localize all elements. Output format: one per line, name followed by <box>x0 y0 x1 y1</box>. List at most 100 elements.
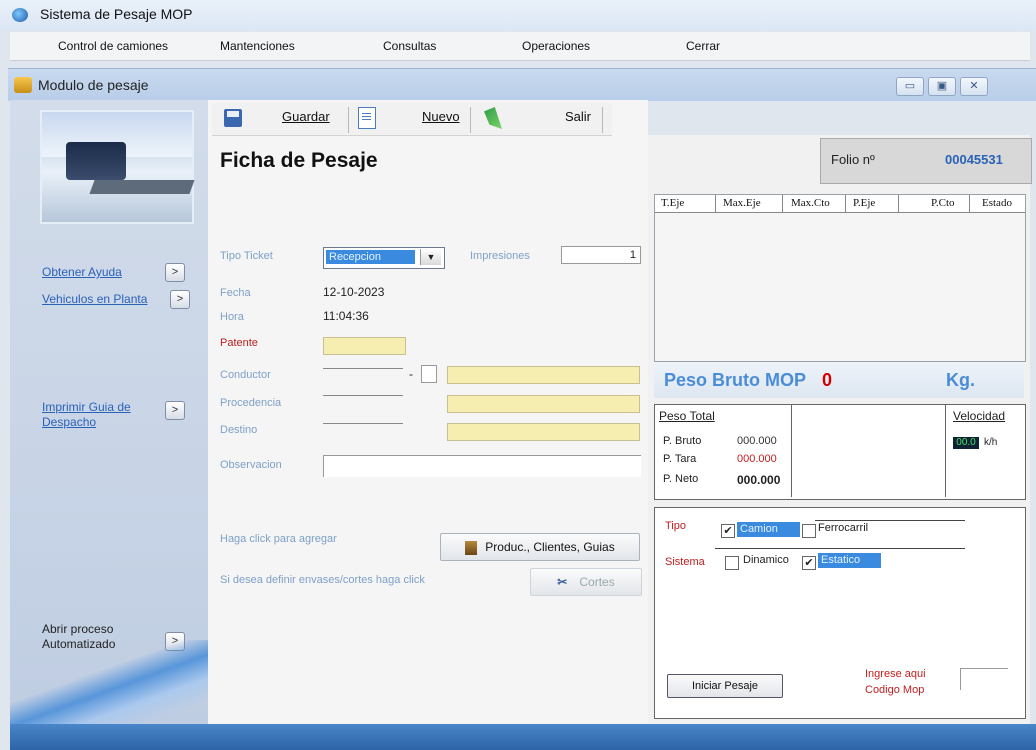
close-button[interactable]: ✕ <box>960 77 988 96</box>
guardar-button[interactable]: Guardar <box>282 109 330 131</box>
iniciar-pesaje-button[interactable]: Iniciar Pesaje <box>667 674 783 698</box>
estatico-label[interactable]: Estatico <box>818 553 881 568</box>
conductor-name-field[interactable] <box>447 366 640 384</box>
fecha-label: Fecha <box>220 287 251 299</box>
agregar-hint: Haga click para agregar <box>220 533 337 545</box>
tipo-underline <box>815 520 965 521</box>
sidebar-link-vehiculos[interactable]: Vehiculos en Planta <box>42 292 147 306</box>
menu-cerrar[interactable]: Cerrar <box>686 39 720 53</box>
nuevo-label: Nuevo <box>422 109 460 124</box>
camion-label[interactable]: Camion <box>737 522 800 537</box>
chevron-down-icon[interactable]: ▼ <box>420 249 441 265</box>
app-globe-icon <box>12 8 28 22</box>
estatico-checkbox[interactable]: ✔ <box>802 556 816 570</box>
guardar-label: Guardar <box>282 109 330 124</box>
velocidad-unit: k/h <box>984 437 998 448</box>
peso-bruto-label: Peso Bruto MOP <box>664 370 807 390</box>
salir-button[interactable]: Salir <box>565 109 591 131</box>
exit-icon[interactable] <box>484 107 502 129</box>
page-title: Ficha de Pesaje <box>220 149 378 172</box>
app-title: Sistema de Pesaje MOP <box>40 6 193 22</box>
truck-photo <box>40 110 195 224</box>
sidebar-link-imprimir[interactable]: Imprimir Guia de Despacho <box>42 400 152 430</box>
new-document-icon[interactable] <box>358 107 376 129</box>
menu-control-camiones[interactable]: Control de camiones <box>58 39 168 53</box>
conductor-rut-field[interactable] <box>323 368 403 386</box>
grid-col-divider <box>898 195 899 212</box>
menu-mantenciones[interactable]: Mantenciones <box>220 39 295 53</box>
velocidad-label: Velocidad <box>953 409 1006 423</box>
velocidad-value: 00.0 <box>953 437 979 449</box>
sistema-underline <box>715 548 965 549</box>
dinamico-checkbox[interactable] <box>725 556 739 570</box>
dinamico-label[interactable]: Dinamico <box>743 554 789 566</box>
peso-bruto-value: 0 <box>822 370 833 390</box>
grid-col-maxeje: Max.Eje <box>723 197 761 209</box>
tipo-sistema-box: Tipo ✔ Camion Ferrocarril Sistema Dinami… <box>654 507 1026 719</box>
peso-total-box: Peso Total P. Bruto 000.000 P. Tara 000.… <box>654 404 1026 500</box>
destino-label: Destino <box>220 424 258 436</box>
fecha-value: 12-10-2023 <box>323 285 385 299</box>
cortes-button-label: Cortes <box>579 575 615 589</box>
grid-col-divider <box>969 195 970 212</box>
photo-truck <box>66 142 126 180</box>
codigo-mop-field[interactable] <box>960 668 1008 690</box>
folio-label: Folio nº <box>831 152 875 167</box>
toolbar-separator <box>348 107 349 133</box>
patente-field[interactable] <box>323 337 406 355</box>
p-tara-value: 000.000 <box>737 453 777 465</box>
observacion-label: Observacion <box>220 459 282 471</box>
produc-clientes-guias-button[interactable]: Produc., Clientes, Guias <box>440 533 640 561</box>
rut-dash: - <box>409 367 413 381</box>
conductor-dv-field[interactable] <box>421 365 437 383</box>
ferrocarril-checkbox[interactable] <box>802 524 816 538</box>
save-icon[interactable] <box>224 109 242 127</box>
p-bruto-value: 000.000 <box>737 435 777 447</box>
nuevo-button[interactable]: Nuevo <box>422 109 460 131</box>
destino-name-field[interactable] <box>447 423 640 441</box>
cortes-button[interactable]: ✂ Cortes <box>530 568 642 596</box>
vehiculos-arrow-button[interactable]: > <box>170 290 190 309</box>
peso-divider <box>791 405 792 497</box>
ayuda-arrow-button[interactable]: > <box>165 263 185 282</box>
ferrocarril-label[interactable]: Ferrocarril <box>818 522 868 534</box>
grid-col-divider <box>782 195 783 212</box>
procedencia-name-field[interactable] <box>447 395 640 413</box>
codigo-hint-2: Codigo Mop <box>865 684 925 696</box>
procedencia-label: Procedencia <box>220 397 282 409</box>
tipo-ticket-value: Recepcion <box>326 250 415 264</box>
camion-checkbox[interactable]: ✔ <box>721 524 735 538</box>
grid-header: T.Eje Max.Eje Max.Cto P.Eje P.Cto Estado <box>655 195 1025 213</box>
patente-label: Patente <box>220 337 258 349</box>
bottom-decoration-bar <box>10 724 1036 750</box>
envases-hint: Si desea definir envases/cortes haga cli… <box>220 574 425 586</box>
package-icon <box>465 540 478 555</box>
maximize-button[interactable]: ▣ <box>928 77 956 96</box>
tipo-ticket-select[interactable]: Recepcion ▼ <box>323 247 445 269</box>
toolbar-separator <box>470 107 471 133</box>
sidebar-link-ayuda[interactable]: Obtener Ayuda <box>42 265 122 279</box>
menu-consultas[interactable]: Consultas <box>383 39 436 53</box>
axle-grid[interactable]: T.Eje Max.Eje Max.Cto P.Eje P.Cto Estado <box>654 194 1026 362</box>
folio-box: Folio nº 00045531 <box>820 138 1032 184</box>
hora-value: 11:04:36 <box>323 309 369 323</box>
peso-bruto-unit: Kg. <box>946 370 975 390</box>
sidebar: Obtener Ayuda > Vehiculos en Planta > Im… <box>10 100 208 725</box>
destino-code-field[interactable] <box>323 423 403 441</box>
grid-col-maxcto: Max.Cto <box>791 197 830 209</box>
grid-col-teje: T.Eje <box>661 197 685 209</box>
grid-col-estado: Estado <box>982 197 1012 209</box>
imprimir-arrow-button[interactable]: > <box>165 401 185 420</box>
peso-total-title: Peso Total <box>659 409 715 423</box>
procedencia-code-field[interactable] <box>323 395 403 413</box>
grid-col-peje: P.Eje <box>853 197 876 209</box>
impresiones-field[interactable]: 1 <box>561 246 641 264</box>
conductor-label: Conductor <box>220 369 271 381</box>
p-tara-label: P. Tara <box>663 453 697 465</box>
minimize-button[interactable]: ▭ <box>896 77 924 96</box>
menu-operaciones[interactable]: Operaciones <box>522 39 590 53</box>
p-neto-label: P. Neto <box>663 473 699 485</box>
sidebar-decoration <box>10 640 208 725</box>
observacion-field[interactable] <box>323 455 641 477</box>
app-title-bar: Sistema de Pesaje MOP <box>0 0 1036 30</box>
